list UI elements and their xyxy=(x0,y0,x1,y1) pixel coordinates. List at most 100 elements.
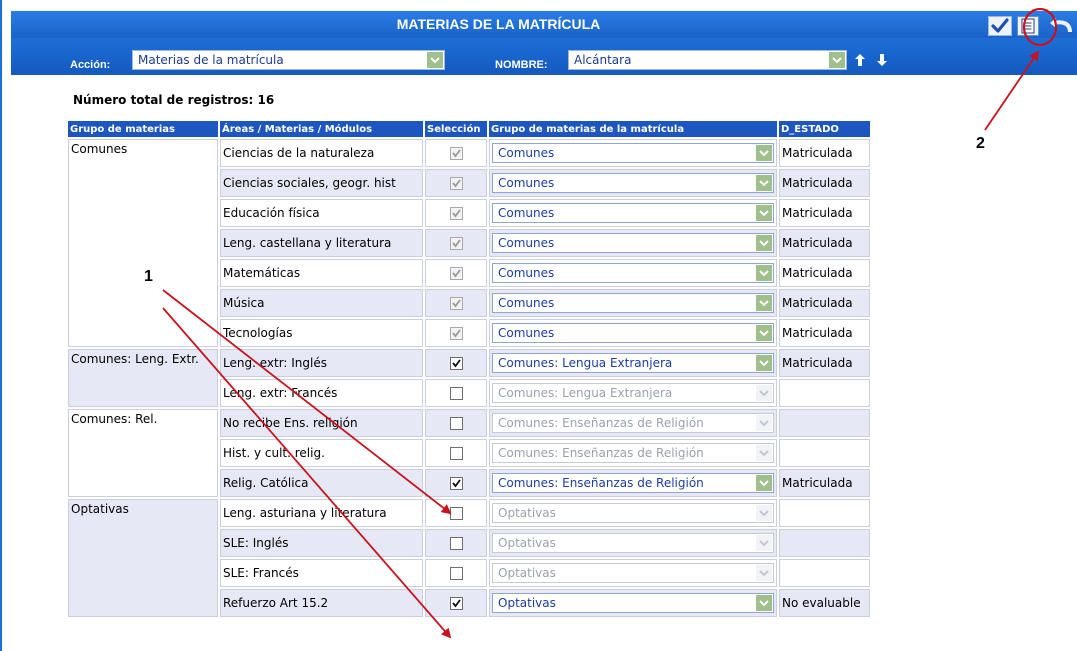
grupo-matricula-select: Optativas xyxy=(492,563,774,583)
estado-cell xyxy=(779,379,870,407)
estado-cell xyxy=(779,559,870,587)
materia-cell: Relig. Católica xyxy=(220,469,423,497)
estado-cell xyxy=(779,499,870,527)
table-row: Comunes: Rel. No recibe Ens. religión Comu… xyxy=(68,409,870,497)
grupo-matricula-select: Optativas xyxy=(492,533,774,553)
grupo-matricula-cell: Optativas xyxy=(489,529,777,557)
materia-cell: Ciencias de la naturaleza xyxy=(220,139,423,167)
col-header-grupo: Grupo de materias xyxy=(68,121,218,137)
grupo-matricula-select[interactable]: Comunes xyxy=(492,173,774,193)
grupo-matricula-select-value: Optativas xyxy=(498,596,556,610)
materia-cell: Música xyxy=(220,289,423,317)
selection-checkbox[interactable] xyxy=(449,447,463,460)
selection-checkbox[interactable] xyxy=(449,597,463,610)
window-title: MATERIAS DE LA MATRÍCULA xyxy=(396,16,601,32)
subjects-table-wrapper: Grupo de materias Áreas / Materias / Mód… xyxy=(66,119,872,619)
annotation-label-2: 2 xyxy=(976,135,985,152)
table-header-row: Grupo de materias Áreas / Materias / Mód… xyxy=(68,121,870,137)
grupo-matricula-select[interactable]: Comunes xyxy=(492,233,774,253)
selection-checkbox xyxy=(449,327,463,340)
report-button[interactable] xyxy=(1017,16,1039,36)
selection-checkbox xyxy=(449,147,463,160)
chevron-down-icon xyxy=(756,595,772,611)
selection-checkbox[interactable] xyxy=(449,507,463,520)
grupo-matricula-cell: Comunes xyxy=(489,319,777,347)
grupo-matricula-cell: Optativas xyxy=(489,589,777,617)
checkmark-icon xyxy=(451,209,461,218)
annotation-label-1: 1 xyxy=(144,268,153,285)
materia-cell: SLE: Inglés xyxy=(220,529,423,557)
grupo-matricula-cell: Comunes xyxy=(489,139,777,167)
arrow-up-icon[interactable] xyxy=(855,54,865,70)
grupo-matricula-select[interactable]: Comunes xyxy=(492,293,774,313)
selection-checkbox[interactable] xyxy=(449,417,463,430)
window-left-edge xyxy=(0,0,2,651)
selection-checkbox[interactable] xyxy=(449,567,463,580)
grupo-matricula-cell: Comunes xyxy=(489,229,777,257)
estado-cell xyxy=(779,409,870,437)
grupo-matricula-select[interactable]: Comunes xyxy=(492,203,774,223)
grupo-matricula-select: Optativas xyxy=(492,503,774,523)
grupo-matricula-select[interactable]: Comunes xyxy=(492,263,774,283)
checkmark-icon xyxy=(451,359,461,368)
grupo-matricula-cell: Comunes xyxy=(489,289,777,317)
estado-cell: Matriculada xyxy=(779,469,870,497)
grupo-matricula-cell: Comunes: Lengua Extranjera xyxy=(489,349,777,377)
checkmark-icon xyxy=(451,479,461,488)
grupo-matricula-select[interactable]: Comunes: Enseñanzas de Religión xyxy=(492,473,774,493)
materia-cell: Leng. extr: Inglés xyxy=(220,349,423,377)
nombre-label: NOMBRE: xyxy=(495,59,548,71)
table-body: Comunes Ciencias de la naturaleza Comunes M… xyxy=(68,139,870,617)
grupo-matricula-select-value: Comunes: Enseñanzas de Religión xyxy=(498,416,704,430)
selection-cell xyxy=(425,469,487,497)
grupo-matricula-select[interactable]: Comunes xyxy=(492,323,774,343)
nombre-select[interactable]: Alcántara xyxy=(568,50,847,70)
grupo-matricula-cell: Optativas xyxy=(489,499,777,527)
selection-checkbox[interactable] xyxy=(449,357,463,370)
arrow-down-icon[interactable] xyxy=(877,54,887,70)
return-button[interactable] xyxy=(1045,16,1077,36)
chevron-down-icon xyxy=(756,205,772,221)
grupo-matricula-cell: Comunes xyxy=(489,259,777,287)
grupo-matricula-select[interactable]: Optativas xyxy=(492,593,774,613)
accept-button[interactable] xyxy=(988,16,1012,36)
checkmark-icon xyxy=(451,239,461,248)
grupo-matricula-cell: Comunes: Enseñanzas de Religión xyxy=(489,469,777,497)
estado-cell xyxy=(779,439,870,467)
title-bar: MATERIAS DE LA MATRÍCULA xyxy=(11,11,1077,38)
selection-checkbox[interactable] xyxy=(449,537,463,550)
grupo-matricula-select-value: Comunes xyxy=(498,236,555,250)
grupo-matricula-select-value: Optativas xyxy=(498,506,556,520)
checkmark-icon xyxy=(451,299,461,308)
estado-cell: No evaluable xyxy=(779,589,870,617)
materia-cell: Refuerzo Art 15.2 xyxy=(220,589,423,617)
selection-checkbox[interactable] xyxy=(449,387,463,400)
selection-checkbox[interactable] xyxy=(449,477,463,490)
table-row: Optativas Leng. asturiana y literatura Opt… xyxy=(68,499,870,617)
grupo-matricula-select-value: Comunes xyxy=(498,326,555,340)
grupo-matricula-cell: Comunes: Lengua Extranjera xyxy=(489,379,777,407)
chevron-down-icon xyxy=(756,145,772,161)
chevron-down-icon xyxy=(756,385,772,401)
record-count: Número total de registros: 16 xyxy=(73,93,275,107)
accion-select-value: Materias de la matrícula xyxy=(138,53,284,67)
grupo-matricula-select[interactable]: Comunes: Lengua Extranjera xyxy=(492,353,774,373)
chevron-down-icon xyxy=(756,565,772,581)
selection-checkbox xyxy=(449,267,463,280)
grupo-matricula-select[interactable]: Comunes xyxy=(492,143,774,163)
materia-cell: Leng. castellana y literatura xyxy=(220,229,423,257)
selection-cell xyxy=(425,319,487,347)
materia-cell: Tecnologías xyxy=(220,319,423,347)
grupo-matricula-select-value: Comunes xyxy=(498,146,555,160)
table-row: Comunes: Leng. Extr. Leng. extr: Inglés Co… xyxy=(68,349,870,407)
selection-cell xyxy=(425,559,487,587)
selection-cell xyxy=(425,349,487,377)
selection-cell xyxy=(425,229,487,257)
grupo-matricula-select: Comunes: Enseñanzas de Religión xyxy=(492,443,774,463)
accion-select[interactable]: Materias de la matrícula xyxy=(132,50,445,70)
estado-cell xyxy=(779,529,870,557)
selection-checkbox xyxy=(449,237,463,250)
grupo-matricula-select-value: Comunes xyxy=(498,266,555,280)
materia-cell: Hist. y cult. relig. xyxy=(220,439,423,467)
selection-cell xyxy=(425,289,487,317)
